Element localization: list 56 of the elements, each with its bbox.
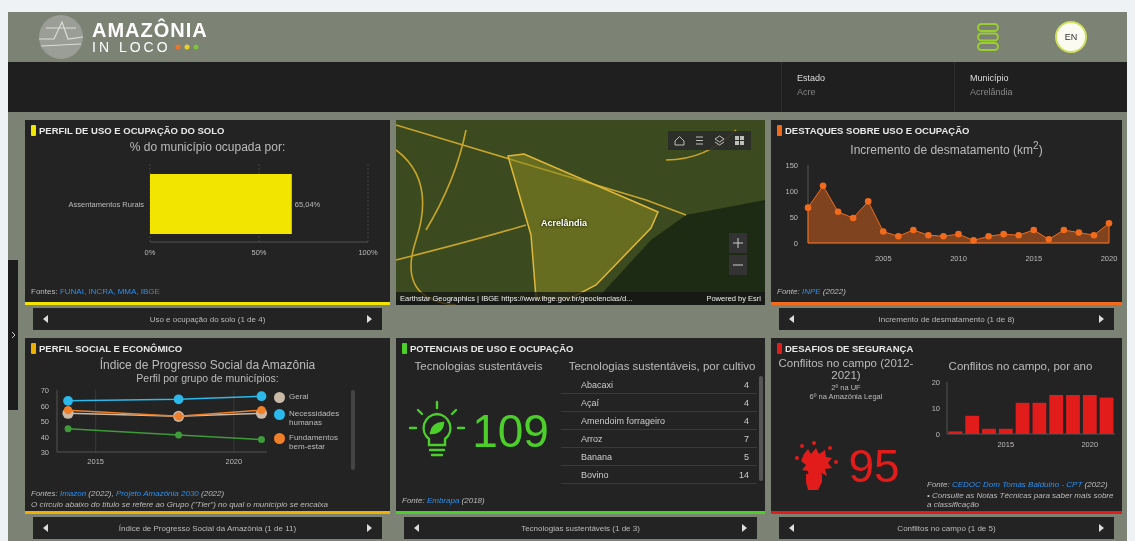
carousel-label: Conflitos no campo (1 de 5) — [896, 523, 997, 533]
chart-title: Conflitos no campo, por ano — [947, 360, 1094, 372]
filter-value[interactable]: Acre — [797, 87, 954, 97]
table-cell: 4 — [744, 415, 749, 426]
source-text: Fonte: Embrapa (2018) — [401, 496, 486, 505]
chart-title: Índice de Progresso Social da Amazônia — [98, 358, 317, 372]
source-link[interactable]: FUNAI, INCRA, MMA, IBGE — [59, 287, 160, 296]
table-cell: Bovino — [581, 469, 609, 480]
source-link[interactable]: CEDOC Dom Tomás Balduino - CPT — [951, 480, 1083, 489]
table-cell: 7 — [744, 433, 749, 444]
table-cell: 14 — [739, 469, 749, 480]
source-link[interactable]: INPE — [801, 287, 821, 296]
logo-subtitle: IN LOCO — [92, 40, 171, 54]
table-title: Tecnologias sustentáveis, por cultivo — [567, 360, 757, 372]
chart-subtitle: Perfil por grupo de municípios: — [135, 372, 280, 384]
table-cell: Arroz — [581, 433, 603, 444]
source-text: Fonte: INPE (2022) — [776, 287, 847, 296]
stat-title: Tecnologias sustentáveis — [413, 360, 544, 372]
map-place-label: Acrelândia — [541, 218, 588, 228]
panel-title: DESAFIOS DE SEGURANÇA — [785, 343, 914, 354]
table-cell: 4 — [744, 379, 749, 390]
language-button[interactable]: EN — [1055, 21, 1087, 53]
chart-title: % do município ocupada por: — [128, 140, 287, 154]
note-text: • Consulte as Notas Técnicas para saber mais sobre a classificação — [926, 491, 1115, 509]
stat-value: 109 — [472, 404, 549, 458]
table-cell: Banana — [581, 451, 613, 462]
carousel-label: Incremento de desmatamento (1 de 8) — [877, 314, 1016, 324]
logo-title: AMAZÔNIA — [92, 20, 208, 40]
note-text: O círculo abaixo do título se refere ao Grupo ("Tier") no qual o município se encaixa — [30, 500, 329, 509]
table-cell: Amendoim forrageiro — [581, 415, 666, 426]
source-text: Fontes: Imazon (2022), Projeto Amazônia 2030 (2022) — [30, 489, 226, 498]
stat-value: 95 — [848, 439, 900, 493]
carousel-label: Uso e ocupação do solo (1 de 4) — [148, 314, 267, 324]
legend-label: Necessidades humanas — [289, 409, 341, 427]
panel-title: PERFIL DE USO E OCUPAÇÃO DO SOLO — [39, 125, 225, 136]
table-cell: Açaí — [581, 397, 599, 408]
table-cell: 5 — [744, 451, 749, 462]
table-cell: Abacaxi — [581, 379, 614, 390]
source-text: Fonte: CEDOC Dom Tomás Balduino - CPT (2022) — [926, 480, 1109, 489]
filter-label: Estado — [797, 73, 827, 83]
carousel-label: Índice de Progresso Social da Amazônia (1 de 11) — [117, 523, 298, 533]
source-link[interactable]: Projeto Amazônia 2030 — [115, 489, 199, 498]
panel-title: POTENCIAIS DE USO E OCUPAÇÃO — [410, 343, 574, 354]
panel-title: DESTAQUES SOBRE USO E OCUPAÇÃO — [785, 125, 970, 136]
legend-label: Geral — [289, 392, 309, 401]
table-cell: 4 — [744, 397, 749, 408]
source-text: Fontes: FUNAI, INCRA, MMA, IBGE — [30, 287, 161, 296]
chart-title: Incremento de desmatamento (km$^{2}$) — [849, 140, 1044, 157]
stat-title: Conflitos no campo (2012-2021) — [777, 357, 915, 381]
legend-label: Fundamentos bem-estar — [289, 433, 339, 451]
filter-value[interactable]: Acrelândia — [970, 87, 1127, 97]
filter-label: Município — [970, 73, 1010, 83]
source-link[interactable]: Imazon — [59, 489, 87, 498]
panel-title: PERFIL SOCIAL E ECONÔMICO — [39, 343, 183, 354]
carousel-label: Tecnologias sustentáveis (1 de 3) — [520, 523, 641, 533]
source-link[interactable]: Embrapa — [426, 496, 460, 505]
